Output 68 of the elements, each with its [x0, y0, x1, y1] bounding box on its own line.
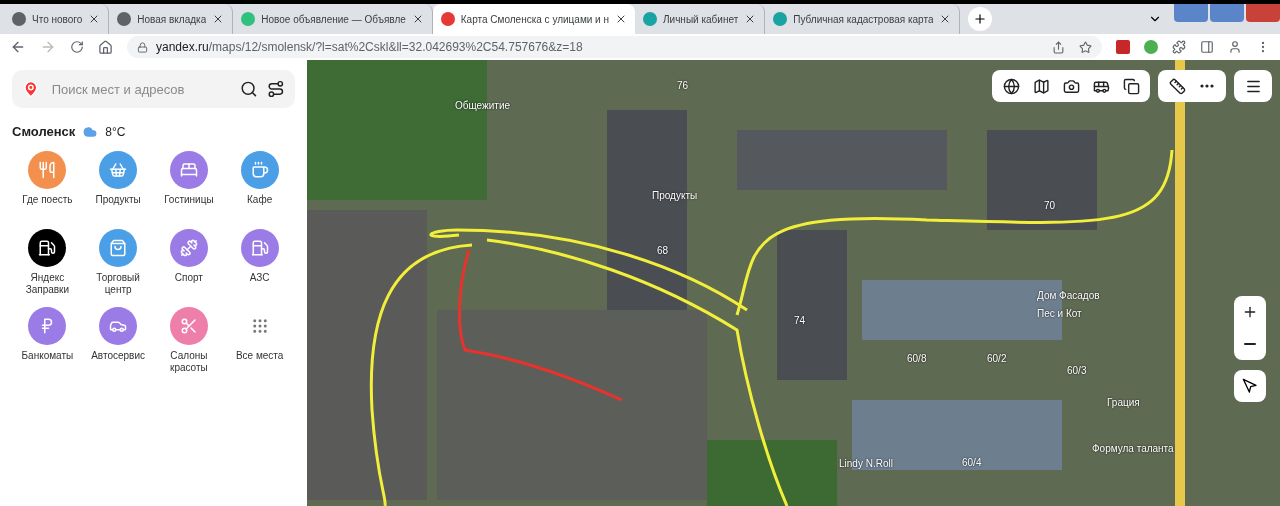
category-label[interactable]: Яндекс Заправки [12, 272, 83, 295]
search-field[interactable]: Поиск мест и адресов [49, 80, 230, 98]
profile-icon[interactable] [1228, 40, 1242, 54]
map-label[interactable]: 76 [677, 80, 689, 91]
new-tab-button[interactable] [968, 7, 993, 31]
category-label[interactable]: Где поесть [22, 194, 73, 206]
map-icon [1032, 77, 1050, 95]
map-label[interactable]: 60/8 [907, 353, 927, 364]
tab-favicon-icon [12, 12, 26, 26]
more-icon [1200, 84, 1214, 88]
map-label[interactable]: 60/4 [962, 457, 982, 468]
map-label[interactable]: 74 [794, 315, 806, 326]
search-icon[interactable] [239, 80, 258, 98]
camera-icon [1062, 77, 1080, 95]
category-label[interactable]: Банкоматы [21, 350, 74, 362]
home-icon[interactable] [98, 39, 113, 55]
browser-tab[interactable]: Карта Смоленска с улицами и н [432, 4, 635, 34]
close-icon[interactable] [615, 13, 627, 25]
map-label[interactable]: 70 [1044, 200, 1056, 211]
category-label[interactable]: Автосервис [91, 350, 146, 362]
back-icon[interactable] [10, 39, 26, 55]
side-panel-icon[interactable] [1200, 40, 1214, 54]
map-label[interactable]: Формула таланта [1092, 443, 1174, 454]
temperature: 8°C [105, 124, 126, 139]
lock-icon [137, 41, 148, 53]
city-name: Смоленск [12, 124, 76, 139]
tab-favicon-icon [643, 12, 657, 26]
map-label[interactable]: Пес и Кот [1037, 308, 1082, 319]
reload-icon[interactable] [70, 40, 84, 54]
navigation-arrow-icon [1242, 378, 1258, 394]
category-label[interactable]: АЗС [249, 272, 270, 284]
map-label[interactable]: 60/2 [987, 353, 1007, 364]
leaf-extension-icon[interactable] [1144, 40, 1158, 54]
tab-favicon-icon [773, 12, 788, 26]
cloud-icon [83, 124, 98, 139]
map-label[interactable]: Дом Фасадов [1037, 290, 1100, 301]
tab-favicon-icon [117, 12, 132, 26]
route-icon[interactable] [267, 80, 285, 98]
tab-favicon-icon [440, 12, 455, 26]
share-icon[interactable] [1052, 40, 1065, 54]
plus-icon [973, 12, 988, 26]
category-icon[interactable] [28, 229, 67, 267]
category-label[interactable]: Гостиницы [164, 194, 214, 206]
address-bar[interactable]: yandex.ru/maps/12/smolensk/?l=sat%2Cskl&ll=32.042693%2C54.757676&z=18 [127, 36, 1102, 58]
category-label[interactable]: Спорт [174, 272, 203, 284]
map-pin-icon [22, 80, 40, 98]
globe-icon [1002, 77, 1020, 95]
extensions-icon[interactable] [1172, 40, 1186, 54]
layers-icon [1122, 77, 1140, 95]
plus-icon [1242, 304, 1258, 320]
category-label[interactable]: Торговый центр [83, 272, 154, 295]
satellite-map[interactable]: Общежитие 76 Продукты 68 70 74 Дом Фасадов Пес и Кот 60/8 60/2 60/3 60/4 Грация Формула таланта Lindy N.Roll [307, 60, 1280, 506]
map-label[interactable]: Грация [1107, 397, 1140, 408]
map-label[interactable]: 60/3 [1067, 365, 1087, 376]
category-label[interactable]: Салоны красоты [153, 350, 224, 373]
location-button[interactable] [1234, 370, 1266, 402]
map-label[interactable]: Общежитие [455, 100, 511, 111]
minus-icon [1244, 343, 1256, 345]
search-bar[interactable]: Поиск мест и адресов [12, 70, 295, 108]
tab-favicon-icon [241, 12, 256, 26]
map-label[interactable]: Продукты [652, 190, 698, 201]
category-label[interactable]: Все места [235, 350, 284, 362]
category-label[interactable]: Продукты [95, 194, 141, 206]
ruler-icon [1168, 77, 1186, 95]
star-icon[interactable] [1079, 40, 1092, 54]
category-label[interactable]: Кафе [247, 194, 273, 206]
map-label[interactable]: Lindy N.Roll [839, 458, 893, 469]
map-label[interactable]: 68 [657, 245, 669, 256]
